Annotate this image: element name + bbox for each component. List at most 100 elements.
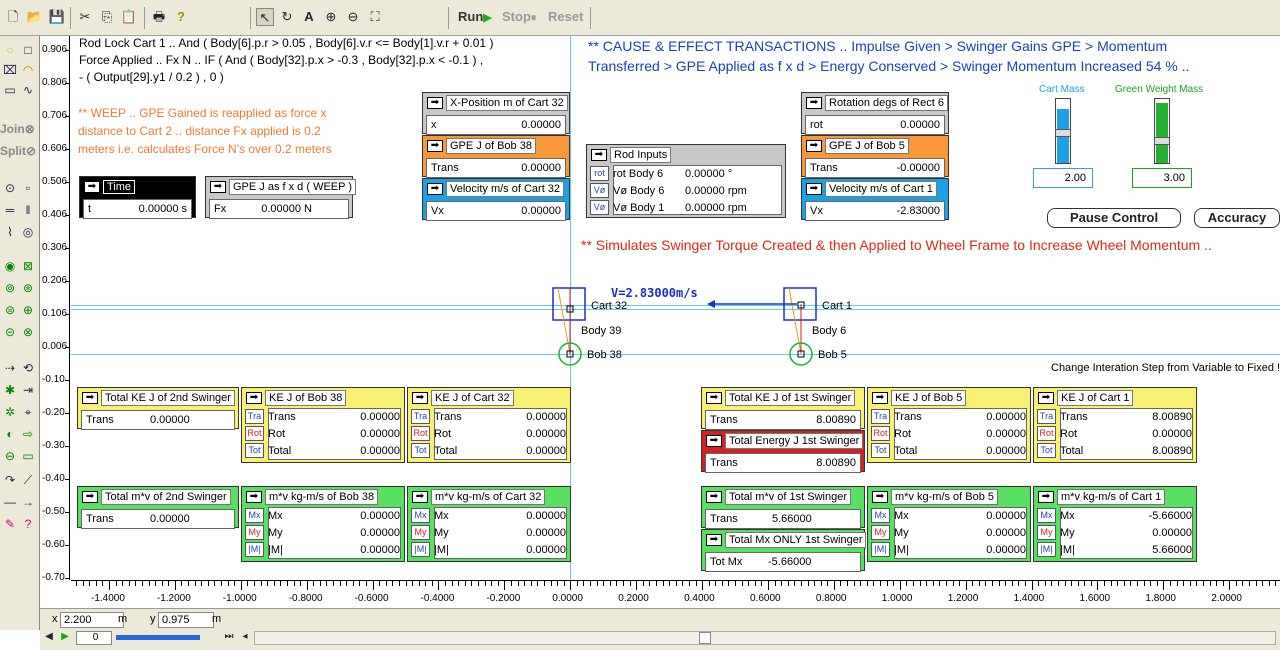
gpe-bob5-meter[interactable]: ➡ GPE J of Bob 5 Trans -0.00000	[801, 135, 949, 178]
total-mv-2nd-meter[interactable]: ➡ Total m*v of 2nd Swinger Trans 0.00000	[77, 486, 239, 529]
cut-icon[interactable]: ✂	[76, 8, 94, 26]
arrow-icon[interactable]: ➡	[427, 183, 443, 196]
m-abs-tag[interactable]: |M|	[245, 542, 264, 557]
separator-icon[interactable]: ⊗	[20, 324, 36, 340]
m-abs-tag[interactable]: |M|	[871, 542, 890, 557]
arrow-icon[interactable]: ➡	[706, 534, 722, 547]
vel-cart32-meter[interactable]: ➡ Velocity m/s of Cart 32 Vx 0.00000	[422, 178, 570, 221]
rot-rect6-meter[interactable]: ➡ Rotation degs of Rect 6 rot 0.00000	[801, 92, 949, 135]
meter-icon[interactable]: ✲	[2, 404, 18, 420]
trans-tag[interactable]: Tra	[245, 409, 264, 424]
trans-tag[interactable]: Tra	[1037, 409, 1056, 424]
rot-tag[interactable]: Rot	[871, 426, 890, 441]
arrow-icon[interactable]: ➡	[1038, 491, 1054, 504]
arrow-icon[interactable]: ➡	[872, 392, 888, 405]
arrow-icon[interactable]: ➡	[412, 392, 428, 405]
gravity-icon[interactable]: ✱	[2, 382, 18, 398]
gpe-bob38-meter[interactable]: ➡ GPE J of Bob 38 Trans 0.00000	[422, 135, 570, 178]
pause-control-button[interactable]: Pause Control	[1047, 208, 1181, 228]
text-icon[interactable]: ▭	[20, 448, 36, 464]
vo-tag[interactable]: Vø	[590, 183, 609, 198]
pin-joint-icon[interactable]: ◉	[2, 258, 18, 274]
menu-icon[interactable]: ⊖	[2, 448, 18, 464]
trans-tag[interactable]: Tra	[871, 409, 890, 424]
arrow-icon[interactable]: ➡	[1038, 392, 1054, 405]
force-tool-icon[interactable]: ⇢	[2, 360, 18, 376]
arrow-icon[interactable]: ➡	[706, 491, 722, 504]
rect-tool-icon[interactable]: ▭	[2, 82, 18, 98]
arrow-icon[interactable]: ➡	[84, 181, 100, 194]
arrow-icon[interactable]: ➡	[806, 140, 822, 153]
vel-cart1-meter[interactable]: ➡ Velocity m/s of Cart 1 Vx -2.83000	[801, 178, 949, 221]
total-ke-2nd-meter[interactable]: ➡ Total KE J of 2nd Swinger Trans 0.00000	[77, 387, 239, 430]
weight-mass-slider[interactable]	[1154, 98, 1170, 164]
torque-tool-icon[interactable]: ⟲	[20, 360, 36, 376]
gear-tool-icon[interactable]: ◎	[20, 224, 36, 240]
arrow-icon[interactable]: ➡	[872, 491, 888, 504]
arrow-icon[interactable]: ➡	[706, 435, 722, 448]
cart-mass-slider[interactable]	[1055, 98, 1071, 164]
mx-tag[interactable]: Mx	[245, 508, 264, 523]
rewind-icon[interactable]: ◀	[42, 630, 56, 644]
total-mv-1st-meter[interactable]: ➡ Total m*v of 1st Swinger Trans 5.66000	[701, 486, 865, 529]
stop-button[interactable]: Stop⏸	[502, 9, 536, 25]
zoom-fit-icon[interactable]: ⛶	[366, 8, 384, 26]
x-coord-field[interactable]: 2.200	[60, 612, 124, 628]
print-icon[interactable]: 🖶	[150, 8, 168, 26]
split-button[interactable]: Split⊘	[0, 144, 36, 158]
arrow-icon[interactable]: ➡	[82, 491, 98, 504]
time-meter[interactable]: ➡ Time t 0.00000 s	[79, 176, 196, 219]
actuator-icon[interactable]: ⊕	[20, 302, 36, 318]
spring-tool-icon[interactable]: ∿	[20, 82, 36, 98]
trans-tag[interactable]: Tra	[411, 409, 430, 424]
motor-icon[interactable]: ⊜	[2, 302, 18, 318]
rot-tag[interactable]: Rot	[411, 426, 430, 441]
weight-mass-slider-thumb[interactable]	[1154, 137, 1170, 145]
total-ke-1st-meter[interactable]: ➡ Total KE J of 1st Swinger Trans 8.00890	[701, 387, 865, 430]
total-tag[interactable]: Tot	[245, 443, 264, 458]
copy-icon[interactable]: ⎘	[98, 8, 116, 26]
mx-tag[interactable]: Mx	[871, 508, 890, 523]
rope-tool-icon[interactable]: ‖	[20, 202, 36, 218]
my-tag[interactable]: My	[1037, 525, 1056, 540]
pulley-tool-icon[interactable]: ⌇	[2, 224, 18, 240]
pointer-icon[interactable]: ↖	[256, 8, 274, 26]
arrow-icon[interactable]: ➡	[246, 491, 262, 504]
line-icon[interactable]: ⟋	[20, 472, 36, 488]
vo-tag[interactable]: Vø	[590, 200, 609, 215]
line2-icon[interactable]: —	[2, 494, 18, 510]
info-icon[interactable]: ?	[20, 516, 36, 532]
rot-tag[interactable]: Rot	[245, 426, 264, 441]
slider-icon[interactable]: ⇨	[20, 426, 36, 442]
accuracy-button[interactable]: Accuracy	[1194, 208, 1280, 228]
join-button[interactable]: Join⊗	[0, 122, 35, 136]
slot-joint-icon[interactable]: ⊚	[2, 280, 18, 296]
arrow-icon[interactable]: ➡	[427, 140, 443, 153]
gpe-fxd-meter[interactable]: ➡ GPE J as f x d ( WEEP ) Fx 0.00000 N	[205, 176, 356, 219]
m-abs-tag[interactable]: |M|	[411, 542, 430, 557]
rot-tag[interactable]: rot	[590, 166, 609, 181]
reset-button[interactable]: Reset	[548, 9, 583, 24]
ke-cart1-meter[interactable]: ➡ KE J of Cart 1 Tra Trans 8.00890 Rot Rot 0.…	[1033, 387, 1197, 463]
polygon-tool-icon[interactable]: ⌧	[2, 62, 18, 78]
arrow-icon[interactable]: ➡	[82, 392, 98, 405]
arrow-icon[interactable]: ➡	[246, 392, 262, 405]
play-forward-icon[interactable]: ▶	[58, 630, 72, 644]
total-tag[interactable]: Tot	[871, 443, 890, 458]
point-tool-icon[interactable]: ⊙	[2, 180, 18, 196]
save-icon[interactable]: 💾	[48, 8, 66, 26]
help-icon[interactable]: ?	[172, 8, 190, 26]
button-icon[interactable]: ◐	[2, 426, 18, 442]
rot-tag[interactable]: Rot	[1037, 426, 1056, 441]
total-tag[interactable]: Tot	[411, 443, 430, 458]
my-tag[interactable]: My	[411, 525, 430, 540]
scroll-left-icon[interactable]: ◂	[238, 630, 252, 644]
cart-mass-slider-thumb[interactable]	[1055, 129, 1071, 137]
damper-icon[interactable]: ⊝	[2, 324, 18, 340]
mv-bob38-meter[interactable]: ➡ m*v kg-m/s of Bob 38 Mx Mx 0.00000 My My 0.…	[241, 486, 405, 562]
open-folder-icon[interactable]: 📂	[26, 8, 44, 26]
paste-icon[interactable]: 📋	[120, 8, 138, 26]
total-tag[interactable]: Tot	[1037, 443, 1056, 458]
scrollbar-thumb[interactable]	[699, 632, 711, 644]
ke-cart32-meter[interactable]: ➡ KE J of Cart 32 Tra Trans 0.00000 Rot Rot 0…	[407, 387, 571, 463]
